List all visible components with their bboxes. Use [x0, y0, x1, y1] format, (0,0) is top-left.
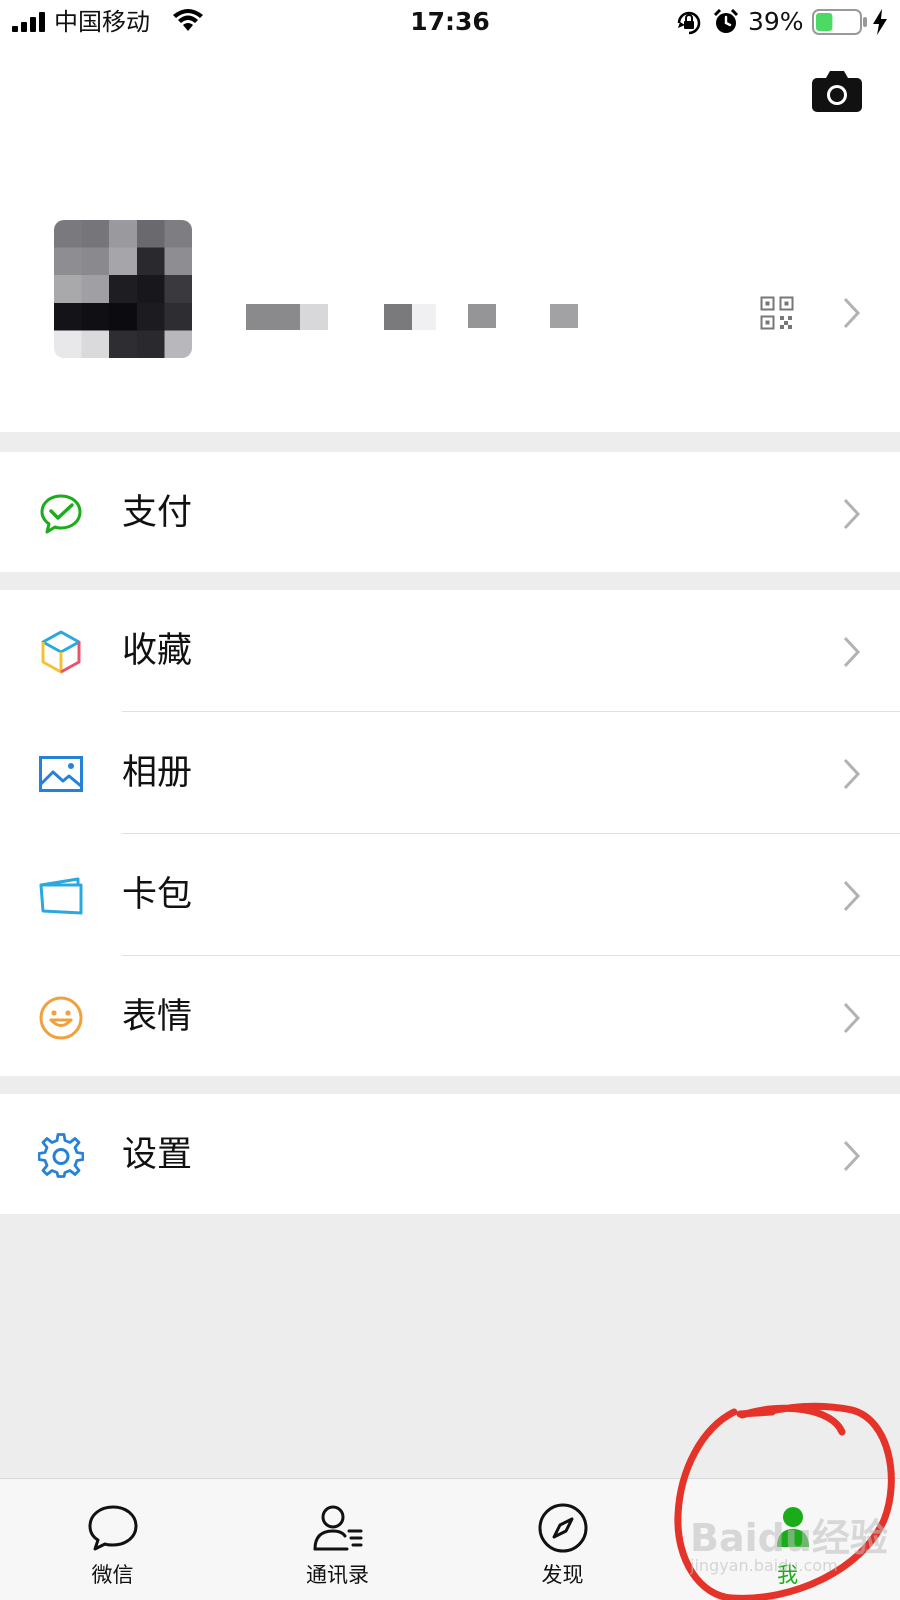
battery-icon [812, 9, 867, 35]
chevron-right-icon [843, 758, 861, 790]
qr-code-icon[interactable] [760, 296, 794, 330]
avatar[interactable] [54, 220, 192, 358]
menu-label-pay: 支付 [122, 493, 193, 533]
chevron-right-icon [843, 1002, 861, 1034]
smiley-icon [39, 996, 83, 1040]
menu-row-cards[interactable]: 卡包 [0, 834, 900, 956]
menu-row-pay[interactable]: 支付 [0, 452, 900, 574]
camera-icon[interactable] [812, 70, 862, 112]
menu-label-album: 相册 [122, 753, 193, 793]
wechat-pay-icon [40, 494, 82, 534]
menu-label-settings: 设置 [122, 1135, 193, 1175]
rotation-lock-icon [677, 11, 701, 35]
menu-row-settings[interactable]: 设置 [0, 1094, 900, 1216]
chevron-right-icon [843, 636, 861, 668]
tab-label-contacts: 通讯录 [306, 1563, 369, 1587]
battery-percent: 39% [748, 7, 804, 36]
menu-label-favorites: 收藏 [122, 631, 193, 671]
nickname-pixelated [246, 304, 578, 330]
tab-label-chats: 微信 [91, 1563, 134, 1587]
gear-icon [38, 1133, 84, 1178]
tab-label-discover: 发现 [541, 1563, 584, 1587]
photo-album-icon [39, 756, 83, 792]
pay-group: 支付 [0, 452, 900, 572]
menu-label-cards: 卡包 [122, 875, 193, 915]
tab-chats[interactable]: 微信 [0, 1479, 225, 1600]
chat-bubble-icon [88, 1505, 138, 1551]
card-wallet-icon [39, 877, 83, 915]
settings-group: 设置 [0, 1094, 900, 1214]
chevron-right-icon [843, 1140, 861, 1172]
profile-header[interactable] [0, 44, 900, 432]
media-group: 收藏 相册 卡包 表情 [0, 590, 900, 1076]
menu-label-stickers: 表情 [122, 997, 193, 1037]
charging-icon [873, 9, 887, 35]
watermark-url: jingyan.baidu.com [690, 1556, 838, 1575]
alarm-icon [713, 9, 739, 33]
favorites-cube-icon [41, 630, 81, 674]
menu-row-favorites[interactable]: 收藏 [0, 590, 900, 712]
contacts-icon [313, 1505, 363, 1551]
tab-discover[interactable]: 发现 [450, 1479, 675, 1600]
menu-row-album[interactable]: 相册 [0, 712, 900, 834]
menu-row-stickers[interactable]: 表情 [0, 956, 900, 1078]
chevron-right-icon [843, 498, 861, 530]
tab-contacts[interactable]: 通讯录 [225, 1479, 450, 1600]
watermark-logo: Baidu经验 [690, 1516, 888, 1560]
compass-icon [538, 1503, 588, 1553]
chevron-right-icon [843, 880, 861, 912]
status-bar: 中国移动 17:36 39% [0, 0, 900, 44]
chevron-right-icon [843, 297, 861, 329]
